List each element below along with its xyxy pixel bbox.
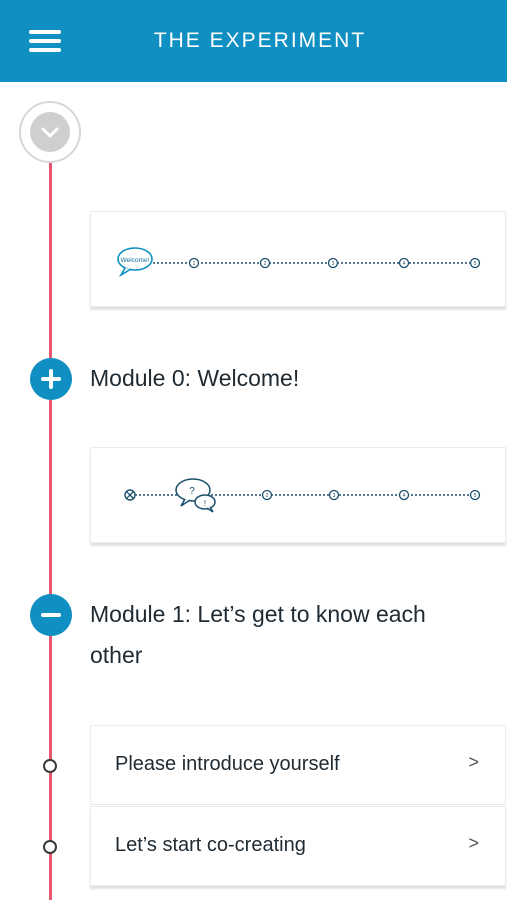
page-title: THE EXPERIMENT (153, 29, 367, 52)
svg-text:!: ! (204, 499, 206, 508)
lesson-node (43, 840, 57, 854)
module-0-title[interactable]: Module 0: Welcome! (90, 358, 490, 399)
milestone-4: 4 (398, 257, 410, 269)
svg-text:2: 2 (266, 493, 269, 499)
milestone-2: 2 (261, 489, 273, 501)
milestone-5: 5 (469, 489, 481, 501)
welcome-bubble-text: Welcome! (121, 257, 150, 264)
svg-text:5: 5 (474, 493, 477, 499)
milestone-2: 2 (259, 257, 271, 269)
timeline-line (49, 160, 52, 900)
svg-text:3: 3 (333, 493, 336, 499)
milestone-3: 3 (327, 257, 339, 269)
module-1-title[interactable]: Module 1: Let’s get to know each other (90, 594, 490, 676)
lesson-node (43, 759, 57, 773)
question-bubbles-icon: ? ! (175, 478, 216, 513)
chevron-down-icon (30, 112, 70, 152)
svg-text:3: 3 (332, 261, 335, 267)
plus-icon (41, 369, 61, 389)
chevron-right-icon: > (468, 833, 479, 853)
completed-milestone-icon (124, 489, 136, 501)
module-1-title-line-2: other (90, 642, 143, 668)
milestone-4: 4 (398, 489, 410, 501)
module-0-progress-track: Welcome! 1 2 3 4 5 (117, 247, 481, 278)
lesson-item-start-co-creating[interactable]: Let’s start co-creating > (90, 806, 506, 886)
milestone-3: 3 (328, 489, 340, 501)
milestone-5: 5 (469, 257, 481, 269)
progress-card-module-1: ? ! 2 3 4 5 (90, 447, 506, 543)
collapse-toggle-button[interactable] (19, 101, 81, 163)
milestone-1: 1 (188, 257, 200, 269)
lesson-item-introduce-yourself[interactable]: Please introduce yourself > (90, 725, 506, 805)
module-1-collapse-button[interactable] (30, 594, 72, 636)
lesson-label: Please introduce yourself (115, 753, 340, 775)
svg-text:5: 5 (474, 261, 477, 267)
svg-text:1: 1 (193, 261, 196, 267)
svg-text:4: 4 (403, 493, 406, 499)
lesson-label: Let’s start co-creating (115, 834, 306, 856)
module-1-progress-track: ? ! 2 3 4 5 (124, 478, 481, 513)
module-0-expand-button[interactable] (30, 358, 72, 400)
chevron-right-icon: > (468, 752, 479, 772)
svg-text:4: 4 (403, 261, 406, 267)
module-1-title-line-1: Module 1: Let’s get to know each (90, 601, 426, 627)
app-header: THE EXPERIMENT (0, 0, 507, 82)
progress-card-module-0: Welcome! 1 2 3 4 5 (90, 211, 506, 307)
welcome-bubble-icon: Welcome! (117, 247, 153, 278)
svg-text:2: 2 (264, 261, 267, 267)
svg-text:?: ? (189, 486, 195, 497)
minus-icon (41, 613, 61, 617)
